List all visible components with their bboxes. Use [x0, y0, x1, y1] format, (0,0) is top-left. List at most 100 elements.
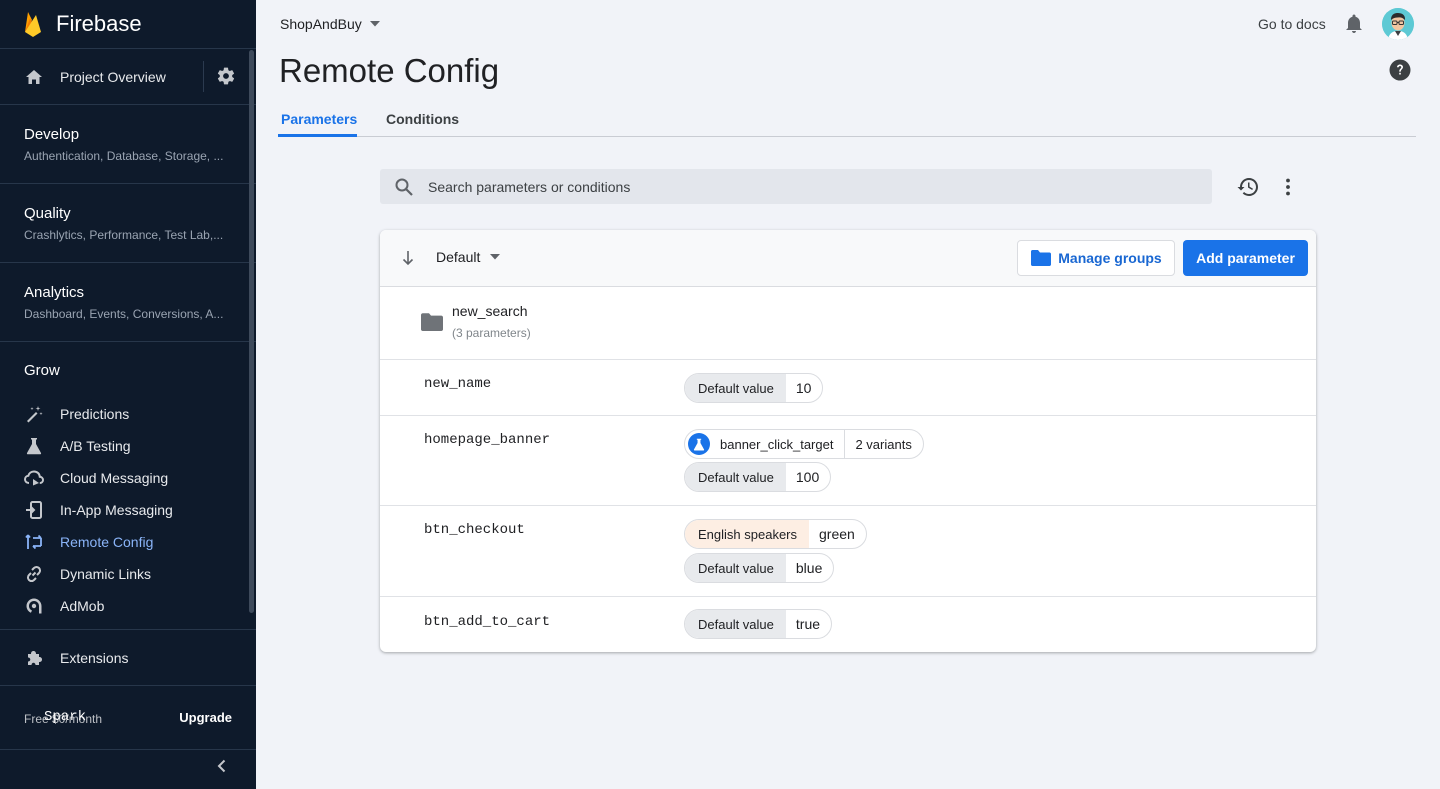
- sidebar-item-ab-testing[interactable]: A/B Testing: [0, 430, 256, 462]
- flask-icon: [688, 433, 710, 455]
- value-chip[interactable]: Default value 10: [684, 373, 824, 403]
- plan-name: Spark: [44, 709, 87, 725]
- sidebar-item-label: AdMob: [60, 598, 105, 614]
- sidebar-section-grow: Grow Predictions A/B Testing Cloud Messa…: [0, 342, 256, 630]
- experiment-name: banner_click_target: [714, 430, 846, 458]
- sidebar-item-extensions[interactable]: Extensions: [0, 630, 256, 686]
- value-chip-value: 10: [795, 380, 812, 396]
- parameters-card: Default Manage groups Add parameter new_…: [380, 230, 1316, 652]
- sidebar-item-in-app-messaging[interactable]: In-App Messaging: [0, 494, 256, 526]
- value-chip[interactable]: Default value 100: [684, 462, 832, 492]
- section-title: Develop: [24, 125, 80, 143]
- remote-config-icon: [24, 532, 44, 552]
- avatar[interactable]: [1382, 8, 1414, 40]
- cloud-messaging-icon: [24, 468, 44, 488]
- folder-icon: [1031, 250, 1052, 266]
- value-chip-key: Default value: [685, 463, 786, 491]
- table-row[interactable]: new_name Default value 10: [380, 360, 1316, 416]
- value-chip-key: Default value: [685, 554, 786, 582]
- sidebar-scrollbar[interactable]: [249, 50, 254, 613]
- caret-down-icon: [490, 254, 501, 260]
- parameter-name: btn_checkout: [424, 522, 525, 538]
- section-subtitle: Dashboard, Events, Conversions, A...: [24, 306, 224, 321]
- condition-value-chip[interactable]: English speakers green: [684, 519, 867, 549]
- sidebar-item-label: Predictions: [60, 406, 130, 422]
- sort-selector[interactable]: Default: [436, 249, 501, 265]
- value-chip[interactable]: Default value blue: [684, 553, 835, 583]
- sidebar-item-label: Remote Config: [60, 534, 154, 550]
- tab-bar: Parameters Conditions: [278, 104, 1416, 137]
- search-input[interactable]: [428, 178, 1128, 195]
- folder-icon: [421, 313, 443, 331]
- project-overview-label: Project Overview: [60, 68, 166, 85]
- plan-info: Spark Free $0/month Upgrade: [0, 686, 256, 750]
- manage-groups-button[interactable]: Manage groups: [1017, 240, 1175, 276]
- project-selector[interactable]: ShopAndBuy: [280, 16, 380, 32]
- tab-parameters[interactable]: Parameters: [281, 111, 357, 127]
- gear-icon[interactable]: [216, 66, 236, 86]
- wand-icon: [24, 404, 44, 424]
- sidebar-item-dynamic-links[interactable]: Dynamic Links: [0, 558, 256, 590]
- value-chip-key: Default value: [685, 374, 786, 402]
- sidebar-section-quality[interactable]: Quality Crashlytics, Performance, Test L…: [0, 184, 256, 263]
- help-icon[interactable]: [1389, 59, 1411, 81]
- in-app-messaging-icon: [24, 500, 44, 520]
- brand[interactable]: Firebase: [0, 0, 256, 48]
- group-row[interactable]: new_search (3 parameters): [380, 287, 1316, 360]
- section-title[interactable]: Grow: [24, 362, 256, 379]
- sidebar-item-cloud-messaging[interactable]: Cloud Messaging: [0, 462, 256, 494]
- table-row[interactable]: btn_add_to_cart Default value true: [380, 597, 1316, 652]
- parameter-name: new_name: [424, 376, 492, 392]
- value-chip-key: Default value: [685, 610, 786, 638]
- sidebar-item-label: Cloud Messaging: [60, 470, 169, 486]
- sidebar-item-predictions[interactable]: Predictions: [0, 398, 256, 430]
- add-parameter-button[interactable]: Add parameter: [1183, 240, 1308, 276]
- parameter-name: homepage_banner: [424, 432, 551, 448]
- value-chip-value: blue: [795, 560, 823, 576]
- bell-icon[interactable]: [1344, 14, 1364, 34]
- project-name: ShopAndBuy: [280, 16, 362, 32]
- table-row[interactable]: btn_checkout English speakers green Defa…: [380, 506, 1316, 597]
- caret-down-icon: [369, 21, 380, 27]
- sidebar-item-remote-config[interactable]: Remote Config: [0, 526, 256, 558]
- parameter-name: btn_add_to_cart: [424, 614, 551, 630]
- section-subtitle: Crashlytics, Performance, Test Lab,...: [24, 227, 224, 242]
- page-title: Remote Config: [279, 52, 500, 89]
- sidebar-section-analytics[interactable]: Analytics Dashboard, Events, Conversions…: [0, 263, 256, 342]
- experiment-chip[interactable]: banner_click_target 2 variants: [684, 429, 924, 459]
- brand-name: Firebase: [56, 11, 142, 36]
- arrow-down-icon[interactable]: [400, 249, 416, 267]
- puzzle-icon: [24, 648, 44, 668]
- table-row[interactable]: homepage_banner banner_click_target 2 va…: [380, 416, 1316, 506]
- upgrade-button[interactable]: Upgrade: [179, 710, 232, 725]
- sidebar-item-label: Dynamic Links: [60, 566, 152, 582]
- sidebar-item-label: In-App Messaging: [60, 502, 173, 518]
- firebase-logo-icon: [25, 12, 41, 37]
- card-header: Default Manage groups Add parameter: [380, 230, 1316, 287]
- sidebar-item-label: A/B Testing: [60, 438, 131, 454]
- divider: [203, 61, 204, 92]
- sidebar: Firebase Project Overview Develop Authen…: [0, 0, 256, 789]
- active-tab-indicator: [278, 134, 357, 137]
- experiment-variants: 2 variants: [855, 436, 912, 452]
- chevron-left-icon[interactable]: [212, 756, 232, 776]
- tab-conditions[interactable]: Conditions: [386, 111, 459, 127]
- condition-chip-key: English speakers: [685, 520, 809, 548]
- value-chip-value: true: [795, 616, 821, 632]
- sort-label: Default: [436, 249, 481, 265]
- sidebar-section-develop[interactable]: Develop Authentication, Database, Storag…: [0, 105, 256, 184]
- sidebar-item-admob[interactable]: AdMob: [0, 590, 256, 622]
- value-chip-value: 100: [795, 469, 820, 485]
- more-vert-icon[interactable]: [1280, 177, 1296, 197]
- history-icon[interactable]: [1237, 176, 1259, 198]
- admob-icon: [24, 596, 44, 616]
- manage-groups-label: Manage groups: [1058, 250, 1162, 266]
- go-to-docs-link[interactable]: Go to docs: [1258, 16, 1326, 32]
- sidebar-item-label: Extensions: [60, 649, 129, 666]
- flask-icon: [24, 436, 44, 456]
- search-bar[interactable]: [380, 169, 1212, 204]
- link-icon: [24, 564, 44, 584]
- project-overview-item[interactable]: Project Overview: [0, 49, 256, 104]
- value-chip[interactable]: Default value true: [684, 609, 833, 639]
- value-chip-value: green: [819, 526, 855, 542]
